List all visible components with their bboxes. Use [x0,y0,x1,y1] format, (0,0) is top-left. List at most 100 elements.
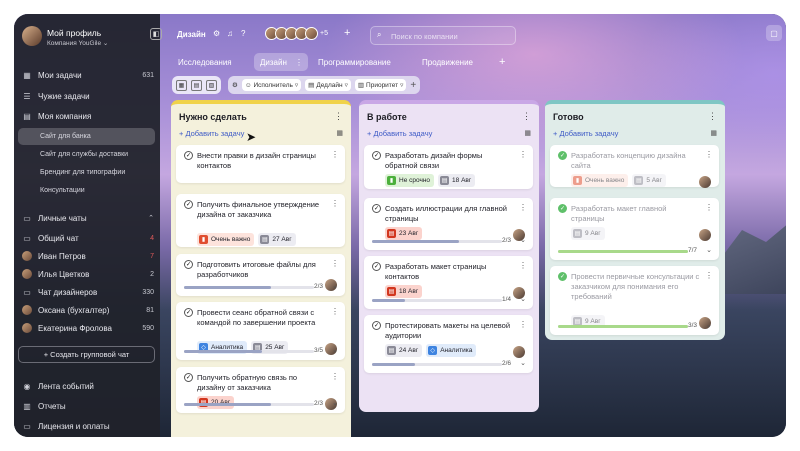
company-switcher[interactable]: Компания YouGile ⌄ [47,39,108,47]
add-task-button[interactable]: + Добавить задачу [367,129,432,138]
chat-item[interactable]: Илья Цветков 2 [22,266,154,282]
sidebar-item-event-feed[interactable]: ◉ Лента событий [22,378,154,394]
task-tag[interactable]: ▮ Очень важно [197,233,255,246]
chat-item[interactable]: ▭ Чат дизайнеров 330 [22,284,154,300]
sidebar-item-reports[interactable]: ▥ Отчеты [22,398,154,414]
profile-name[interactable]: Мой профиль [47,28,101,38]
task-card[interactable]: ✓ Внести правки в дизайн страницы контакт… [176,145,345,183]
add-member-icon[interactable]: + [344,27,350,39]
filter-assignee[interactable]: ☺ Исполнитель ▿ [241,79,302,91]
tab-research[interactable]: Исследования [172,53,238,71]
task-tag[interactable]: ▮ Не срочно [385,174,435,187]
filter-priority[interactable]: ▥ Приоритет ▿ [354,79,407,91]
task-card[interactable]: ✓ Разработать концепцию дизайна сайта ⋮ ▮ Оч… [550,145,719,188]
more-icon[interactable]: ⋮ [519,320,527,329]
help-icon[interactable]: ? [241,29,245,38]
task-card[interactable]: ✓ Подготовить итоговые файлы для разработ… [176,254,345,296]
complete-checkbox[interactable]: ✓ [372,151,381,160]
task-card[interactable]: ✓ Провести сеанс обратной связи с командо… [176,302,345,360]
more-icon[interactable]: ⋮ [705,203,713,212]
complete-checkbox[interactable]: ✓ [372,262,381,271]
profile-avatar[interactable] [22,26,42,46]
column-title[interactable]: Нужно сделать [179,112,343,122]
assignee-avatar[interactable] [699,176,711,188]
chevron-down-icon[interactable]: ⌄ [706,246,712,254]
chevron-down-icon[interactable]: ⌄ [332,282,338,290]
task-card[interactable]: ✓ Разработать макет страницы контактов ⋮ ▤ 1… [364,256,533,309]
column-settings-icon[interactable]: ▦ [524,129,531,137]
project-title[interactable]: Дизайн [177,30,206,39]
chat-item[interactable]: ▭ Общий чат 4 [22,230,154,246]
more-icon[interactable]: ⋮ [705,271,713,280]
sidebar-item-others-tasks[interactable]: ☰ Чужие задачи [22,88,154,104]
task-card[interactable]: ✓ Разработать дизайн формы обратной связи… [364,145,533,189]
filter-deadline[interactable]: ▤ Дедлайн ▿ [305,79,351,91]
gantt-view-icon[interactable]: ▧ [206,79,217,91]
complete-checkbox[interactable]: ✓ [372,321,381,330]
sidebar-item-my-tasks[interactable]: ▦ Мои задачи 631 [22,67,154,83]
more-icon[interactable]: ⋮ [519,261,527,270]
add-task-button[interactable]: + Добавить задачу [553,129,618,138]
chat-item[interactable]: Иван Петров 7 [22,248,154,264]
sidebar-chats-header[interactable]: ▭ Личные чаты ⌃ [22,210,154,226]
tab-programming[interactable]: Программирование [312,53,397,71]
sidebar-project-delivery-site[interactable]: Сайт для службы доставки [40,151,128,158]
chevron-down-icon[interactable]: ⌄ [520,295,526,303]
complete-checkbox[interactable]: ✓ [184,151,193,160]
task-tag[interactable]: ▤ 5 Авг [632,174,666,187]
tab-design[interactable]: Дизайн ⋮ [254,53,308,71]
more-icon[interactable]: ⋮ [331,307,339,316]
complete-checkbox[interactable]: ✓ [184,200,193,209]
chat-window-icon[interactable]: ▢ [766,25,782,41]
task-tag[interactable]: ▤ 18 Авг [438,174,476,187]
add-tab-icon[interactable]: + [493,53,511,71]
more-icon[interactable]: ⋮ [705,150,713,159]
search-input[interactable]: ⌕ Поиск по компании [370,26,516,45]
sidebar-project-bank-site[interactable]: Сайт для банка [40,133,91,140]
bell-icon[interactable]: ♫ [227,29,233,38]
complete-checkbox[interactable]: ✓ [558,272,567,281]
board-view-icon[interactable]: ▦ [176,79,187,91]
column-title[interactable]: Готово [553,112,717,122]
more-icon[interactable]: ⋮ [334,111,343,122]
more-icon[interactable]: ⋮ [331,199,339,208]
more-icon[interactable]: ⋮ [331,150,339,159]
task-card[interactable]: ✓ Получить обратную связь по дизайну от з… [176,367,345,413]
complete-checkbox[interactable]: ✓ [184,373,193,382]
more-icon[interactable]: ⋮ [708,111,717,122]
chevron-down-icon[interactable]: ⌄ [332,399,338,407]
task-tag[interactable]: ▤ 27 Авг [258,233,296,246]
task-tag[interactable]: ▤ 23 Авг [385,227,423,240]
sidebar-item-my-company[interactable]: ▤ Моя компания [22,108,154,124]
project-members[interactable]: +5 [265,27,328,40]
chevron-down-icon[interactable]: ⌄ [520,359,526,367]
chevron-up-icon[interactable]: ⌃ [148,214,154,222]
more-icon[interactable]: ⋮ [519,150,527,159]
task-card[interactable]: ✓ Протестировать макеты на целевой аудито… [364,315,533,373]
chevron-down-icon[interactable]: ⌄ [332,346,338,354]
task-card[interactable]: ✓ Создать иллюстрации для главной страниц… [364,198,533,250]
calendar-view-icon[interactable]: ▤ [191,79,202,91]
chat-item[interactable]: Екатерина Фролова 590 [22,320,154,336]
task-card[interactable]: ✓ Провести первичные консультации с заказ… [550,266,719,335]
complete-checkbox[interactable]: ✓ [558,204,567,213]
sidebar-project-branding[interactable]: Брендинг для типографии [40,169,125,176]
more-icon[interactable]: ⋮ [331,259,339,268]
settings-icon[interactable]: ⚙ [232,81,238,89]
chat-item[interactable]: Оксана (бухгалтер) 81 [22,302,154,318]
gear-icon[interactable]: ⚙ [213,29,220,38]
assignee-avatar[interactable] [513,346,525,358]
task-tag[interactable]: ▤ 18 Авг [385,285,423,298]
complete-checkbox[interactable]: ✓ [184,260,193,269]
create-group-chat-button[interactable]: + Создать групповой чат [18,346,155,363]
more-icon[interactable]: ⋮ [331,372,339,381]
task-card[interactable]: ✓ Получить финальное утверждение дизайна … [176,194,345,247]
sidebar-item-license[interactable]: ▭ Лицензия и оплаты [22,418,154,434]
column-settings-icon[interactable]: ▦ [710,129,717,137]
task-tag[interactable]: ▤ 9 Авг [571,227,605,240]
column-title[interactable]: В работе [367,112,531,122]
add-filter-icon[interactable]: + [410,80,416,91]
column-settings-icon[interactable]: ▦ [336,129,343,137]
task-card[interactable]: ✓ Разработать макет главной страницы ⋮ ▤ 9 А… [550,198,719,260]
assignee-avatar[interactable] [699,229,711,241]
